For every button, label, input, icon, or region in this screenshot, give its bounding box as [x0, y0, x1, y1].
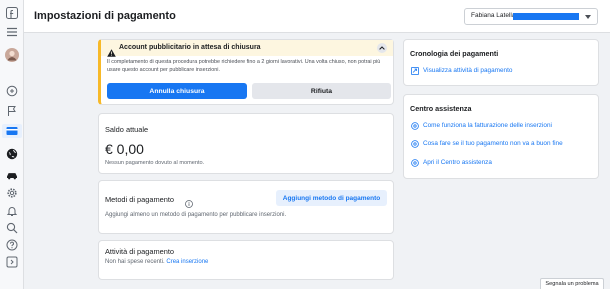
add-payment-method-button[interactable]: Aggiungi metodo di pagamento [276, 190, 387, 206]
history-title: Cronologia dei pagamenti [410, 49, 499, 58]
balance-note: Nessun pagamento dovuto al momento. [105, 160, 205, 166]
help-title: Centro assistenza [410, 104, 472, 113]
help-link-failed-payment[interactable]: Cosa fare se il tuo pagamento non va a b… [410, 140, 563, 148]
settings-icon[interactable] [5, 186, 19, 200]
activity-note-text: Non hai spese recenti. [105, 259, 165, 265]
warning-title: Account pubblicitario in attesa di chius… [119, 44, 261, 51]
payment-activity-card: Attività di pagamento Non hai spese rece… [98, 240, 394, 280]
avatar[interactable] [5, 48, 19, 62]
help-link-billing-label: Come funziona la fatturazione delle inse… [423, 122, 552, 129]
balance-card: Saldo attuale € 0,00 Nessun pagamento do… [98, 113, 394, 174]
methods-label: Metodi di pagamento [105, 195, 175, 204]
menu-icon[interactable] [5, 25, 19, 39]
external-link-icon [410, 67, 419, 75]
help-link-icon [410, 122, 419, 130]
closure-warning-card: Account pubblicitario in attesa di chius… [98, 39, 394, 105]
chevron-down-icon [585, 15, 591, 19]
warning-header: Account pubblicitario in attesa di chius… [101, 40, 393, 57]
help-link-billing[interactable]: Come funziona la fatturazione delle inse… [410, 122, 552, 130]
warning-body: Il completamento di questa procedura pot… [107, 59, 381, 73]
account-id-redacted [513, 13, 579, 20]
activity-label: Attività di pagamento [105, 247, 175, 256]
collapse-icon[interactable] [5, 255, 19, 269]
methods-note: Aggiungi almeno un metodo di pagamento p… [105, 212, 287, 218]
car-icon[interactable] [5, 168, 19, 182]
help-link-icon [410, 140, 419, 148]
page-header: Impostazioni di pagamento Fabiana Latell… [24, 0, 610, 33]
left-nav-rail [0, 0, 24, 289]
payment-methods-card: Metodi di pagamento Aggiungi metodo di p… [98, 180, 394, 234]
help-link-open-center-label: Apri il Centro assistenza [423, 159, 492, 166]
bell-icon[interactable] [5, 204, 19, 218]
search-icon[interactable] [5, 221, 19, 235]
pages-icon[interactable] [5, 84, 19, 98]
payment-history-card: Cronologia dei pagamenti Visualizza atti… [403, 39, 599, 86]
facebook-icon[interactable] [5, 6, 19, 20]
flag-icon[interactable] [5, 104, 19, 118]
account-name: Fabiana Latella [471, 12, 516, 19]
help-link-icon [410, 159, 419, 167]
create-ad-link[interactable]: Crea inserzione [166, 259, 208, 265]
info-icon[interactable] [185, 195, 193, 213]
account-selector[interactable]: Fabiana Latella [464, 8, 598, 25]
balance-label: Saldo attuale [105, 125, 149, 134]
report-problem-button[interactable]: Segnala un problema [540, 278, 604, 289]
balance-amount: € 0,00 [105, 141, 144, 157]
help-link-open-center[interactable]: Apri il Centro assistenza [410, 159, 492, 167]
activity-note: Non hai spese recenti. Crea inserzione [105, 259, 208, 265]
globe-icon[interactable] [5, 147, 19, 161]
view-payment-activity-link[interactable]: Visualizza attività di pagamento [410, 67, 512, 75]
help-link-failed-payment-label: Cosa fare se il tuo pagamento non va a b… [423, 140, 563, 147]
decline-button[interactable]: Rifiuta [252, 83, 391, 99]
help-center-card: Centro assistenza Come funziona la fattu… [403, 94, 599, 179]
page-title: Impostazioni di pagamento [34, 10, 176, 22]
help-icon[interactable] [5, 238, 19, 252]
view-payment-activity-label: Visualizza attività di pagamento [423, 67, 513, 74]
cancel-closure-button[interactable]: Annulla chiusura [107, 83, 247, 99]
billing-icon[interactable] [2, 124, 22, 138]
chevron-up-icon[interactable] [377, 43, 387, 53]
